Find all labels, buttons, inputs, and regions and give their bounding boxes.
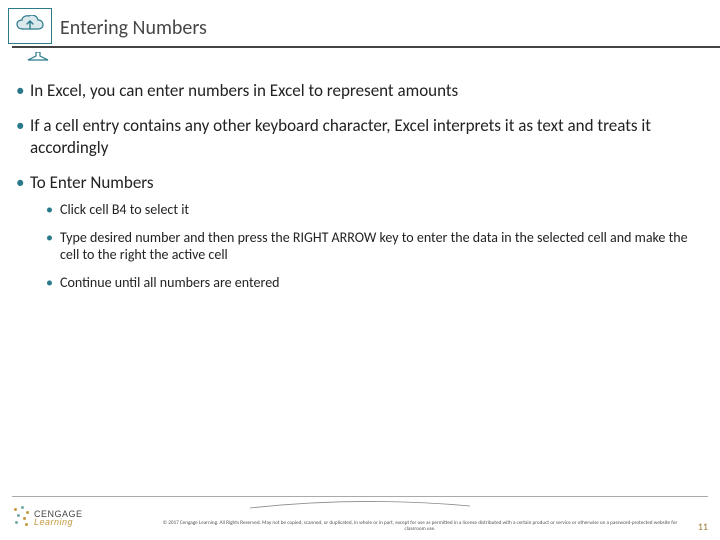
slide-header: Entering Numbers [8,8,712,44]
bullet-text: In Excel, you can enter numbers in Excel… [30,80,458,101]
logo-burst-icon [12,506,30,530]
copyright-text: © 2017 Cengage Learning. All Rights Rese… [162,520,678,532]
bullet-item: If a cell entry contains any other keybo… [16,115,704,158]
sub-bullet-item: Click cell B4 to select it [46,201,704,219]
sub-bullet-item: Continue until all numbers are entered [46,274,704,292]
bullet-text: To Enter Numbers [30,172,154,193]
monitor-stand-icon [22,52,54,62]
title-underline [12,46,720,48]
slide-footer: CENGAGE Learning © 2017 Cengage Learning… [12,506,708,530]
cloud-upload-icon [8,8,52,44]
bullet-text: Click cell B4 to select it [60,201,189,218]
slide-title: Entering Numbers [60,16,207,40]
sub-bullet-item: Type desired number and then press the R… [46,229,704,264]
bullet-item: To Enter Numbers Click cell B4 to select… [16,172,704,291]
bullet-item: In Excel, you can enter numbers in Excel… [16,80,704,101]
page-number: 11 [698,520,708,533]
bullet-text: If a cell entry contains any other keybo… [30,115,651,157]
bullet-text: Type desired number and then press the R… [60,229,688,264]
slide: Entering Numbers In Excel, you can enter… [0,0,720,540]
bullet-text: Continue until all numbers are entered [60,274,280,291]
logo-text-line2: Learning [34,518,83,526]
slide-content: In Excel, you can enter numbers in Excel… [16,80,704,305]
footer-rule [12,496,708,497]
